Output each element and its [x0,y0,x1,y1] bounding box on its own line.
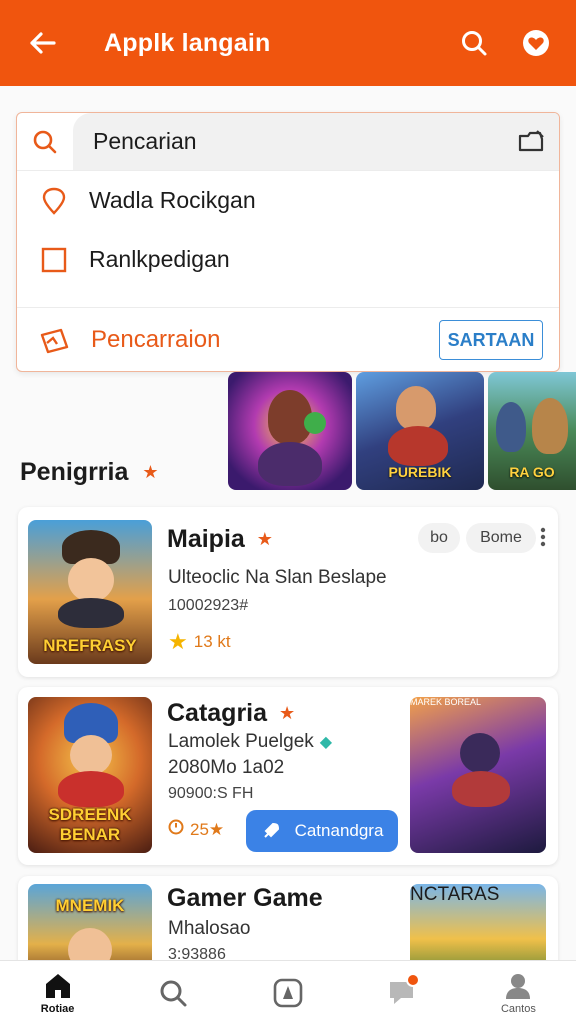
heart-badge-icon [523,30,549,56]
body-image [58,598,124,628]
thumbnail-label: MNEMIK [55,896,125,915]
app-title: Gamer Game [167,884,323,913]
featured-banner[interactable] [228,372,352,490]
rocket-icon [263,822,279,838]
hero-body-image [388,426,448,466]
app-card[interactable]: SDREENK BENAR Catagria ★ Lamolek Puelgek… [18,687,558,865]
rating-value: 25★ [190,819,225,839]
search-option-location[interactable]: Wadla Rocikgan [17,171,559,230]
hero-figure-image [532,398,568,454]
featured-banner[interactable]: PUREBIK [356,372,484,490]
face-image [68,558,114,602]
app-title: Catagria ★ [167,699,295,728]
search-icon [462,31,487,56]
nav-messages[interactable] [346,961,461,1024]
app-title-text: Maipia [167,525,245,553]
app-subtitle: Mhalosao [168,918,251,939]
thumbnail-label: SDREENK BENAR [48,805,132,844]
nav-explore[interactable] [230,961,345,1024]
search-option-label: Wadla Rocikgan [89,187,256,213]
search-icon [17,129,73,155]
app-rating: 25★ [168,819,224,840]
app-meta: 2080Mo 1a02 [168,757,285,778]
search-option-label: Ranlkpedigan [89,246,230,272]
profile-icon [506,973,531,999]
app-subtitle-row: Lamolek Puelgek ◆ [168,731,332,753]
arrow-left-icon [30,32,56,54]
nav-search[interactable] [115,961,230,1024]
rating-value: 13 kt [193,632,231,651]
app-title-text: Gamer Game [167,884,323,912]
banner-label: RA GO [509,464,555,480]
favorite-button[interactable] [514,21,558,65]
search-option-ranking[interactable]: Ranlkpedigan [17,230,559,289]
tag-chip[interactable]: Bome [466,523,536,553]
tag-chip[interactable]: bo [418,523,460,553]
search-submit-button[interactable]: SARTAAN [439,320,543,360]
star-icon: ★ [279,703,296,723]
notification-badge [405,973,420,987]
home-icon [45,973,70,998]
edit-icon[interactable] [517,128,545,159]
app-thumbnail: MNEMIK [28,884,152,972]
hero-figure-image [460,733,500,773]
search-footer: Pencarraion SARTAAN [17,307,559,371]
app-title-text: Catagria [167,699,268,727]
screenshot-label: MAREK BOREAL [410,697,482,707]
search-panel: Pencarian Wadla Rocikgan Ranlkpedigan Pe… [16,112,560,372]
nav-home[interactable]: Rotiae [0,961,115,1024]
app-subtitle: Lamolek Puelgek [168,731,314,752]
thumbnail-label: NREFRASY [43,636,137,655]
hero-figure-image [396,386,436,430]
featured-title: Penigrria [20,458,129,486]
back-button[interactable] [20,21,64,65]
location-pin-icon [41,187,89,215]
header-search-button[interactable] [452,21,496,65]
ticket-icon [40,328,69,353]
app-thumbnail: SDREENK BENAR [28,697,152,853]
app-subtitle: Ulteoclic Na Slan Beslape [168,567,387,588]
bottom-navigation: Rotiae Cantos [0,960,576,1024]
search-icon [160,980,187,1006]
nav-profile[interactable]: Cantos [461,961,576,1024]
install-button-label: Catnandgra [294,821,384,840]
app-meta: 90900:S FH [168,785,254,802]
app-title: Maipia ★ [167,525,273,554]
app-meta: 10002923# [168,597,249,614]
search-input[interactable]: Pencarian [73,113,559,170]
body-image [58,771,124,807]
clock-icon [168,819,184,840]
nav-label: Rotiae [40,1002,75,1015]
search-row: Pencarian [17,113,559,171]
app-thumbnail: NREFRASY [28,520,152,664]
app-rating: ★ 13 kt [168,629,231,655]
hero-body-image [452,771,510,807]
checkbox-icon [41,247,89,273]
star-icon: ★ [142,462,159,482]
app-bar: Applk langain [0,0,576,86]
search-footer-label[interactable]: Pencarraion [91,326,220,354]
featured-section-title: Penigrria ★ [20,458,159,487]
hero-body-image [258,442,322,486]
featured-banner[interactable]: RA GO [488,372,576,490]
nav-label: Cantos [500,1002,536,1015]
hero-figure-image [496,402,526,452]
star-icon: ★ [168,629,188,654]
app-card[interactable]: NREFRASY Maipia ★ bo Bome Ulteoclic Na S… [18,507,558,677]
app-screenshot[interactable]: MAREK BOREAL [410,697,546,853]
compass-icon [273,978,303,1007]
star-icon: ★ [256,529,273,549]
banner-label: PUREBIK [388,464,452,480]
more-options-icon[interactable] [540,527,548,552]
face-image [70,735,112,775]
verified-icon: ◆ [319,734,333,751]
install-button[interactable]: Catnandgra [246,810,398,852]
app-screenshot[interactable]: NCTARAS [410,884,546,972]
screenshot-label: NCTARAS [410,884,500,905]
orb-image [304,412,326,434]
app-card[interactable]: MNEMIK Gamer Game Mhalosao 3:93886 NCTAR… [18,876,558,972]
page-title: Applk langain [104,28,271,57]
